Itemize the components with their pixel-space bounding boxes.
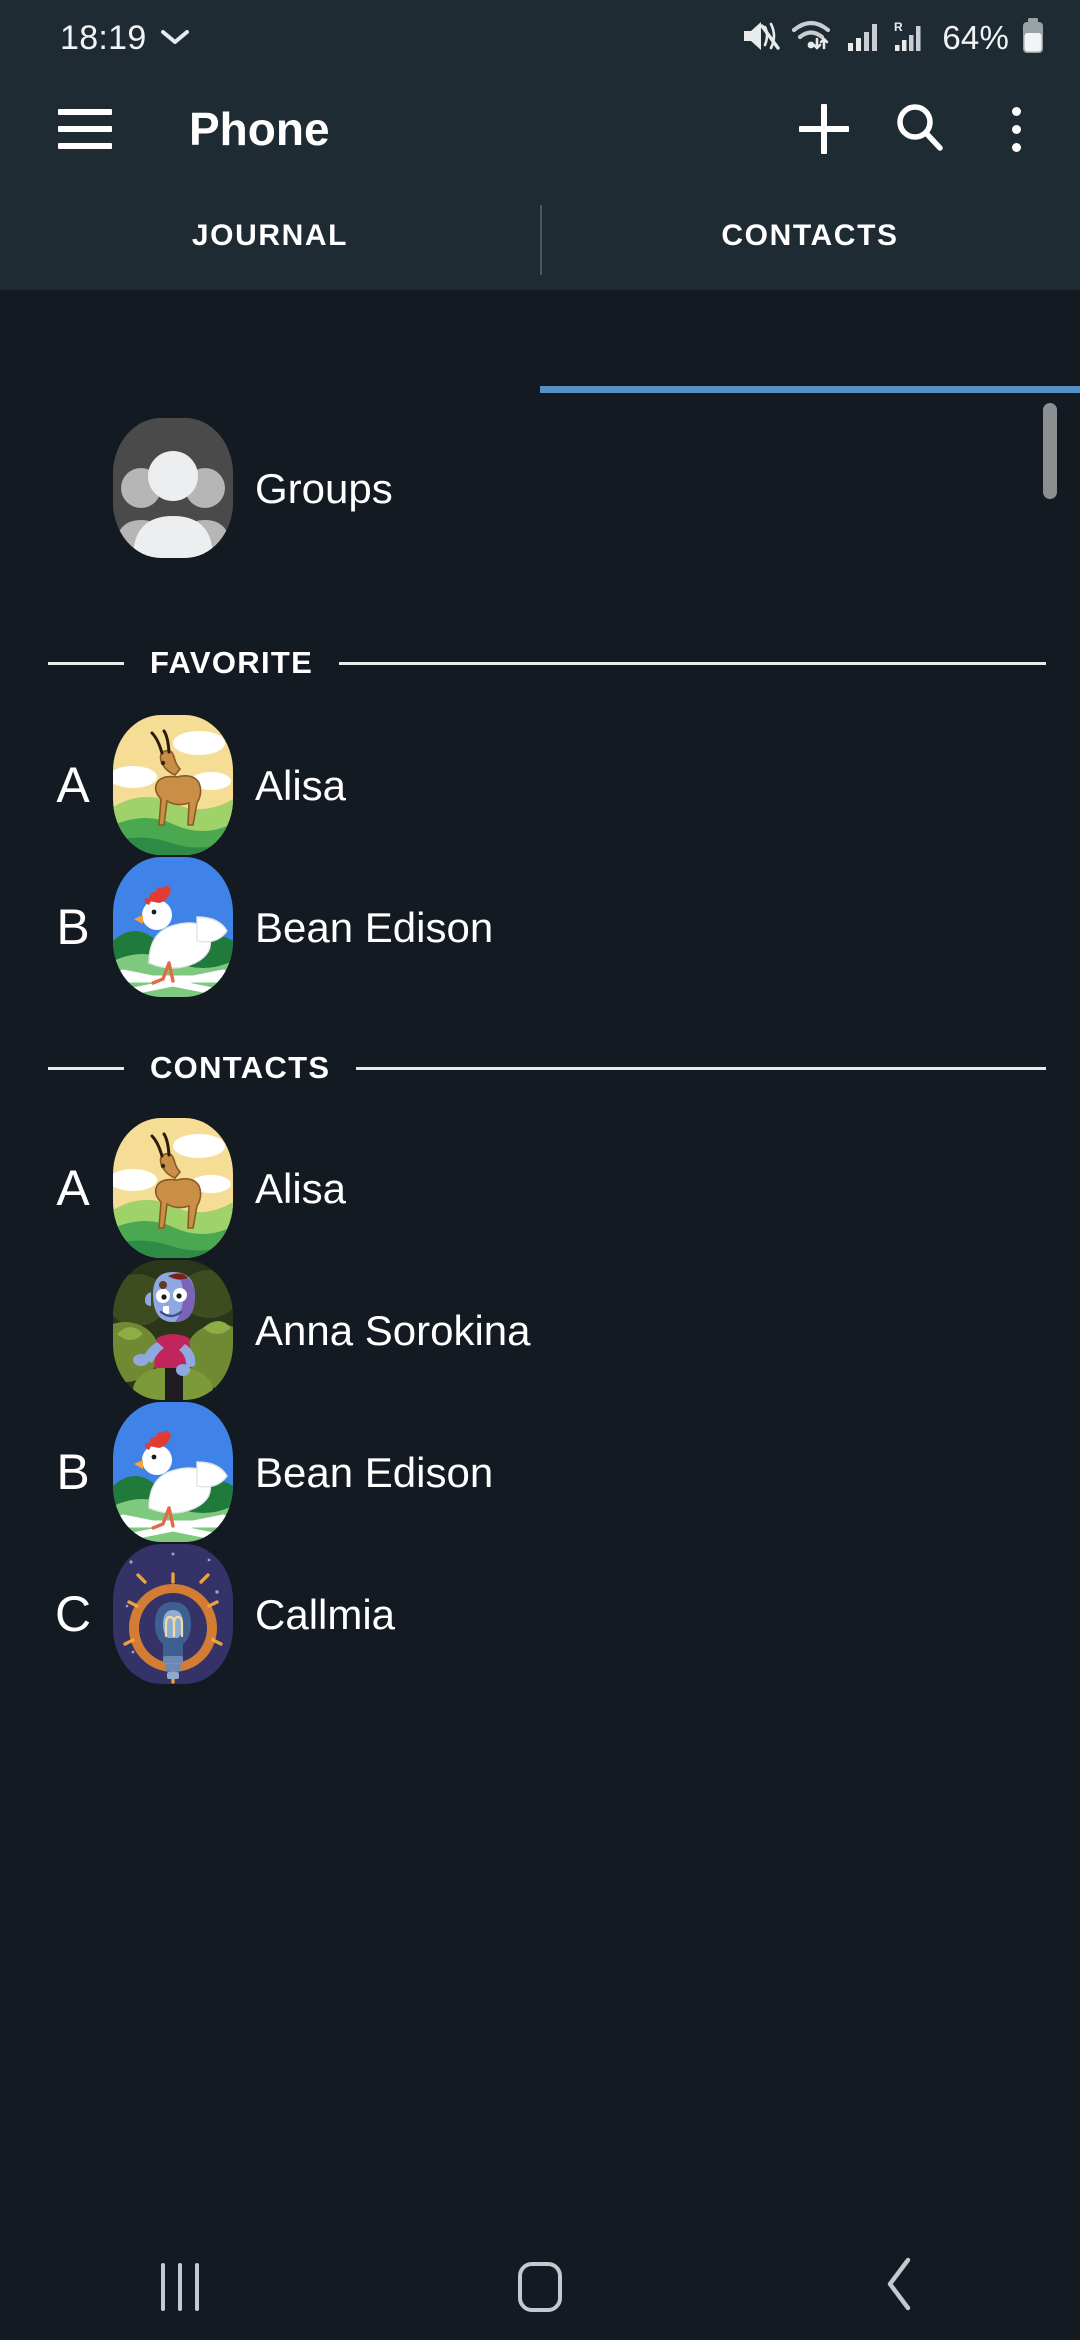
status-bar-right: R 64%: [740, 17, 1046, 60]
phone-screen: 18:19 R 64% Phone JOURNAL CONTACTS Group…: [0, 0, 1080, 2340]
status-clock: 18:19: [60, 18, 147, 57]
table-row[interactable]: B Bean Edison: [0, 1402, 1080, 1542]
contact-name: Bean Edison: [255, 1449, 494, 1496]
status-bar-left: 18:19: [60, 19, 189, 58]
table-row[interactable]: B Bean Edison: [0, 857, 1080, 997]
table-row[interactable]: C Callmia: [0, 1544, 1080, 1684]
index-letter: C: [54, 1586, 92, 1642]
gazelle-avatar: [113, 715, 233, 855]
chicken-avatar: [113, 857, 233, 997]
contact-name: Callmia: [255, 1591, 396, 1638]
hamburger-menu-icon[interactable]: [58, 109, 112, 149]
back-chevron-icon: [883, 2256, 917, 2317]
section-line-left: [48, 1066, 124, 1070]
groups-people-icon: [113, 418, 233, 558]
section-title: FAVORITE: [150, 645, 314, 680]
zombie-avatar: [113, 1260, 233, 1400]
section-header-contacts: CONTACTS: [0, 1048, 1080, 1088]
signal-icon: [846, 19, 880, 58]
battery-percent-label: 64%: [942, 19, 1009, 56]
app-bar: Phone: [0, 76, 1080, 182]
recents-button[interactable]: [0, 2262, 360, 2311]
notification-chevron-icon: [160, 29, 189, 47]
home-icon: [518, 2261, 562, 2312]
back-button[interactable]: [720, 2256, 1080, 2317]
lightbulb-avatar: [113, 1544, 233, 1684]
tab-journal[interactable]: JOURNAL: [0, 182, 540, 290]
roaming-signal-icon: R: [891, 18, 929, 59]
chicken-avatar: [113, 1402, 233, 1542]
section-line-right: [356, 1066, 1046, 1070]
contact-name: Anna Sorokina: [255, 1307, 531, 1354]
tab-contacts-label: CONTACTS: [721, 219, 899, 252]
more-options-button[interactable]: [968, 81, 1064, 177]
mute-icon: [740, 18, 781, 59]
recents-icon: [161, 2262, 199, 2311]
index-letter: A: [56, 1160, 90, 1216]
section-line-right: [339, 661, 1046, 665]
contacts-list: Groups FAVORITE A Alisa B Bean Edison CO…: [0, 393, 1080, 2233]
list-item-groups[interactable]: Groups: [0, 393, 1080, 583]
search-button[interactable]: [872, 81, 968, 177]
index-letter: A: [56, 757, 90, 813]
index-letter: B: [56, 1444, 90, 1500]
index-letter: B: [56, 899, 90, 955]
table-row[interactable]: A Alisa: [0, 715, 1080, 855]
page-title: Phone: [189, 103, 330, 155]
list-item-label: Groups: [255, 465, 393, 512]
tab-contacts[interactable]: CONTACTS: [540, 182, 1080, 290]
tab-active-indicator: [540, 386, 1080, 393]
home-button[interactable]: [360, 2261, 720, 2312]
contact-name: Alisa: [255, 1165, 347, 1212]
table-row[interactable]: Anna Sorokina: [0, 1260, 1080, 1400]
gazelle-avatar: [113, 1118, 233, 1258]
plus-icon: [799, 104, 849, 154]
tab-divider: [540, 205, 542, 275]
add-contact-button[interactable]: [776, 81, 872, 177]
status-bar: 18:19 R 64%: [0, 0, 1080, 76]
section-header-favorite: FAVORITE: [0, 643, 1080, 683]
app-bar-actions: [776, 81, 1080, 177]
wifi-icon: [791, 18, 835, 59]
section-title: CONTACTS: [150, 1050, 331, 1085]
contact-name: Bean Edison: [255, 904, 494, 951]
table-row[interactable]: A Alisa: [0, 1118, 1080, 1258]
kebab-menu-icon: [1011, 106, 1021, 152]
tab-journal-label: JOURNAL: [191, 219, 349, 252]
battery-icon: [1020, 17, 1046, 60]
system-navigation-bar: [0, 2233, 1080, 2340]
section-line-left: [48, 661, 124, 665]
contact-name: Alisa: [255, 762, 347, 809]
svg-text:R: R: [894, 20, 903, 34]
search-icon: [892, 99, 948, 160]
